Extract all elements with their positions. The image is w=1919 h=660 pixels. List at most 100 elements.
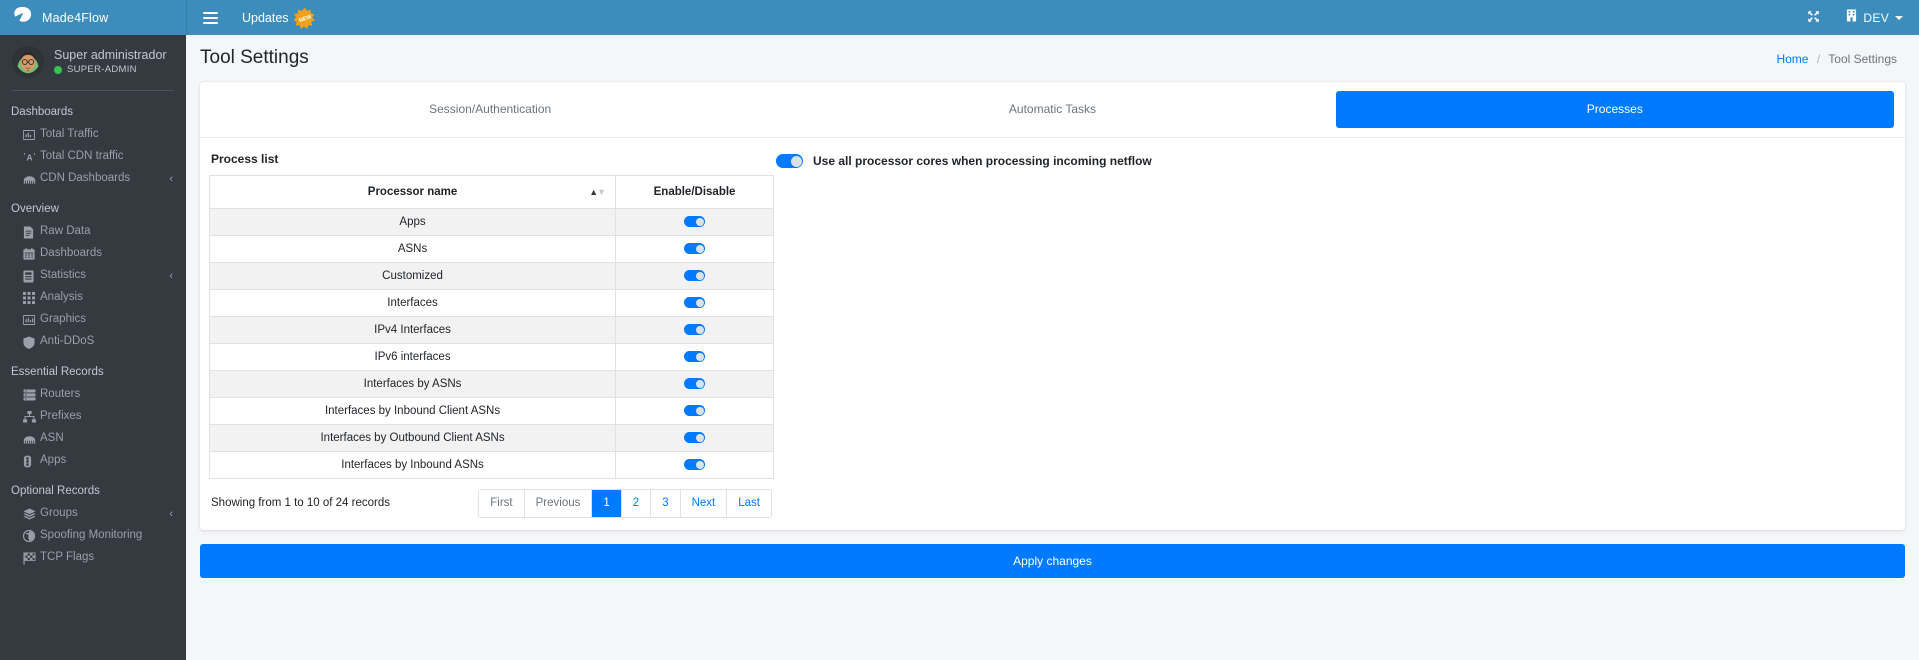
sidebar-item-total-cdn-traffic[interactable]: A Total CDN traffic [0,146,186,168]
pagination-last[interactable]: Last [727,490,771,517]
processor-enable-toggle[interactable] [684,432,706,444]
table-header-row: Processor name ▲▼ Enable/Disable [208,175,774,209]
processor-name-cell: Interfaces by ASNs [208,370,617,398]
processor-name-cell: Interfaces [208,289,617,317]
pagination-3[interactable]: 3 [651,490,681,517]
sidebar-section-title: Dashboards [11,106,74,118]
sidebar-item-tcp-flags[interactable]: TCP Flags [0,547,186,569]
processor-name-cell: IPv6 interfaces [208,343,617,371]
sidebar-item-label: Total Traffic [40,128,99,141]
tab-session-authentication[interactable]: Session/Authentication [211,91,769,128]
chevron-left-icon[interactable]: ‹ [169,270,173,282]
column-header-enable-disable: Enable/Disable [615,175,774,209]
table-row: ASNs [208,235,774,263]
table-row: Interfaces by Inbound ASNs [208,451,774,479]
pagination-2[interactable]: 2 [621,490,652,517]
process-list-title: Process list [211,152,279,166]
sidebar-item-apps[interactable]: Apps [0,450,186,472]
chevron-left-icon[interactable]: ‹ [169,173,173,185]
processor-enable-toggle[interactable] [684,216,706,228]
bar-chart-icon [23,129,40,141]
expand-arrows-icon[interactable] [1807,10,1820,25]
processor-enable-toggle[interactable] [684,459,706,471]
layers-icon [23,508,40,520]
enable-disable-cell [615,208,774,236]
status-online-dot [54,65,62,74]
column-header-processor-name[interactable]: Processor name ▲▼ [208,175,617,209]
sidebar-item-prefixes[interactable]: Prefixes [0,406,186,428]
all-cores-label: Use all processor cores when processing … [813,154,1152,168]
checkered-flag-icon [23,551,40,565]
sidebar-item-anti-ddos[interactable]: Anti-DDoS [0,331,186,353]
processor-name-cell: Interfaces by Outbound Client ASNs [208,424,617,452]
sidebar-item-dashboards[interactable]: Dashboards [0,243,186,265]
updates-menu-item[interactable]: Updates NEW [242,7,316,29]
sidebar-item-raw-data[interactable]: Raw Data [0,221,186,243]
processor-enable-toggle[interactable] [684,378,706,390]
enable-disable-cell [615,370,774,398]
processor-enable-toggle[interactable] [684,243,706,255]
sidebar-item-graphics[interactable]: Graphics [0,309,186,331]
sidebar-item-label: Anti-DDoS [40,335,95,348]
avatar [12,46,44,78]
processor-enable-toggle[interactable] [684,297,706,309]
list-panel-icon [23,270,40,283]
sidebar-item-groups[interactable]: Groups ‹ [0,503,186,525]
sidebar-item-routers[interactable]: Routers [0,384,186,406]
apply-changes-button[interactable]: Apply changes [200,543,1905,578]
sidebar-user-panel[interactable]: Super administrador SUPER-ADMIN [0,35,186,90]
breadcrumb: Home / Tool Settings [1776,52,1897,66]
building-icon [1846,9,1857,27]
contrast-circle-icon [23,530,40,542]
tab-processes[interactable]: Processes [1335,91,1894,128]
processor-name-cell: Customized [208,262,617,290]
table-row: Apps [208,208,774,236]
sidebar-item-label: Total CDN traffic [40,150,124,163]
sidebar-item-cdn-dashboards[interactable]: CDN Dashboards ‹ [0,168,186,190]
process-table: Processor name ▲▼ Enable/Disable Apps ASN… [208,175,774,479]
sidebar-item-label: Prefixes [40,410,82,423]
enable-disable-cell [615,397,774,425]
sidebar-item-label: TCP Flags [40,551,95,564]
sidebar-item-asn[interactable]: ASN [0,428,186,450]
processor-enable-toggle[interactable] [684,270,706,282]
sidebar-item-total-traffic[interactable]: Total Traffic [0,124,186,146]
all-cores-toggle[interactable] [776,154,803,168]
sidebar-item-label: Dashboards [40,247,103,260]
sidebar-item-label: Graphics [40,313,87,326]
sidebar: Super administrador SUPER-ADMIN Dashboar… [0,35,186,660]
settings-tabs: Session/Authentication Automatic Tasks Pro… [200,82,1905,138]
breadcrumb-current: Tool Settings [1828,52,1897,66]
chevron-down-icon [1895,15,1903,20]
enable-disable-cell [615,316,774,344]
chevron-left-icon[interactable]: ‹ [169,508,173,520]
sidebar-item-label: Statistics [40,269,87,282]
processor-enable-toggle[interactable] [684,324,706,336]
sidebar-item-statistics[interactable]: Statistics ‹ [0,265,186,287]
page-title: Tool Settings [200,47,309,68]
records-summary: Showing from 1 to 10 of 24 records [211,497,390,510]
table-row: IPv4 Interfaces [208,316,774,344]
processor-enable-toggle[interactable] [684,351,706,363]
sidebar-item-label: ASN [40,432,64,445]
chart-bars-icon [23,314,40,326]
breadcrumb-home-link[interactable]: Home [1776,52,1808,66]
processor-name-cell: Interfaces by Inbound ASNs [208,451,617,479]
pagination-1[interactable]: 1 [592,490,622,517]
user-role-label: SUPER-ADMIN [67,64,137,76]
sidebar-item-analysis[interactable]: Analysis [0,287,186,309]
new-starburst-badge: NEW [292,7,316,29]
pagination-next[interactable]: Next [680,490,728,517]
sidebar-item-spoofing-monitoring[interactable]: Spoofing Monitoring [0,525,186,547]
processor-enable-toggle[interactable] [684,405,706,417]
table-row: Interfaces [208,289,774,317]
brand-logo-area[interactable]: Made4Flow [0,0,186,35]
page-header: Tool Settings Home / Tool Settings [186,35,1919,82]
sidebar-item-label: Apps [40,454,67,467]
shield-icon [23,336,40,349]
tab-automatic-tasks[interactable]: Automatic Tasks [773,91,1331,128]
table-row: Interfaces by ASNs [208,370,774,398]
sidebar-item-label: Groups [40,507,78,520]
environment-selector[interactable]: DEV [1846,9,1903,27]
hamburger-menu-icon[interactable] [201,9,220,27]
